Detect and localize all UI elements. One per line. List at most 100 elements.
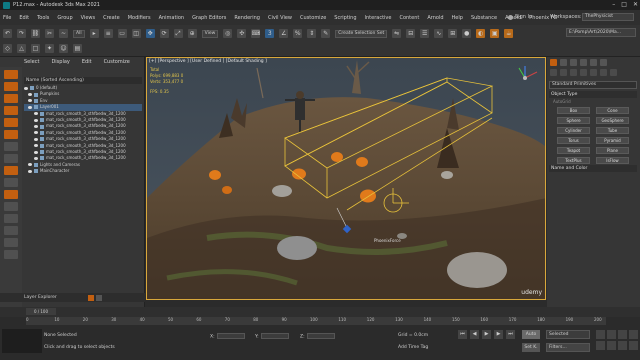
textplus-button[interactable]: TextPlus: [557, 157, 590, 164]
visibility-eye-icon[interactable]: [28, 99, 32, 103]
modeling-ribbon-icon[interactable]: ◇: [3, 44, 12, 53]
zoom-extents-icon[interactable]: [618, 330, 627, 339]
perspective-viewport[interactable]: [+] [Perspective ] [User Defined ] [Defa…: [146, 57, 546, 300]
scene-list-header[interactable]: Name (Sorted Ascending): [24, 77, 142, 84]
coord-z-field[interactable]: [306, 333, 335, 339]
autogrid-checkbox[interactable]: AutoGrid: [553, 99, 571, 104]
visibility-eye-icon[interactable]: [34, 150, 38, 154]
box-button[interactable]: Box: [557, 107, 590, 114]
goto-start-icon[interactable]: ⏮: [458, 330, 467, 339]
select-object-icon[interactable]: ▸: [89, 29, 99, 38]
filter-all-icon[interactable]: [4, 214, 18, 223]
rect-selection-icon[interactable]: ▭: [117, 29, 127, 38]
curve-editor-icon[interactable]: ∿: [434, 29, 444, 38]
filter-xrefs-icon[interactable]: [4, 154, 18, 163]
layer-explorer-options-icon[interactable]: [96, 295, 102, 301]
menu-views[interactable]: Views: [81, 15, 95, 21]
visibility-eye-icon[interactable]: [34, 118, 38, 122]
place-icon[interactable]: ⊕: [187, 29, 197, 38]
filter-shapes-icon[interactable]: [4, 82, 18, 91]
undo-icon[interactable]: ↶: [3, 29, 12, 38]
utilities-tab-icon[interactable]: [600, 59, 607, 66]
geometry-icon[interactable]: [550, 69, 557, 76]
freeform-icon[interactable]: △: [17, 44, 26, 53]
menu-modifiers[interactable]: Modifiers: [128, 15, 151, 21]
play-icon[interactable]: ▶: [482, 330, 491, 339]
name-and-color-rollout[interactable]: Name and Color: [549, 165, 637, 172]
visibility-eye-icon[interactable]: [28, 93, 32, 97]
menu-animation[interactable]: Animation: [159, 15, 185, 21]
visibility-eye-icon[interactable]: [34, 131, 38, 135]
workspace-select[interactable]: ThePhysicist: [582, 13, 634, 21]
zoom-extents-all-icon[interactable]: [629, 330, 638, 339]
menu-interactive[interactable]: Interactive: [365, 15, 392, 21]
window-crossing-icon[interactable]: ◫: [131, 29, 141, 38]
edit-named-selection-icon[interactable]: ✎: [321, 29, 331, 38]
object-type-rollout[interactable]: Object Type: [549, 91, 637, 98]
menu-graph-editors[interactable]: Graph Editors: [192, 15, 226, 21]
manipulate-icon[interactable]: ✣: [237, 29, 247, 38]
cone-button[interactable]: Cone: [596, 107, 629, 114]
filter-sync-icon[interactable]: [4, 250, 18, 259]
maximize-icon[interactable]: □: [621, 1, 627, 8]
plane-button[interactable]: Plane: [596, 147, 629, 154]
viewport-label[interactable]: [+] [Perspective ] [User Defined ] [Defa…: [149, 59, 267, 64]
layer-explorer-label[interactable]: Layer Explorer: [24, 295, 57, 300]
torus-button[interactable]: Torus: [557, 137, 590, 144]
motion-tab-icon[interactable]: [580, 59, 587, 66]
tab-select[interactable]: Select: [24, 59, 39, 65]
selection-filter-dropdown[interactable]: All: [73, 29, 85, 38]
time-slider-handle[interactable]: 0 / 100: [26, 308, 56, 315]
visibility-eye-icon[interactable]: [34, 156, 38, 160]
bind-space-warp-icon[interactable]: ~: [59, 29, 68, 38]
filter-containers-icon[interactable]: [4, 178, 18, 187]
filter-cameras-icon[interactable]: [4, 106, 18, 115]
menu-create[interactable]: Create: [103, 15, 120, 21]
minimize-icon[interactable]: –: [612, 1, 615, 8]
pivot-center-icon[interactable]: ◎: [223, 29, 233, 38]
filter-frozen-icon[interactable]: [4, 190, 18, 199]
close-icon[interactable]: ✕: [633, 1, 638, 8]
visibility-eye-icon[interactable]: [28, 163, 32, 167]
visibility-eye-icon[interactable]: [28, 105, 32, 109]
goto-end-icon[interactable]: ⏭: [506, 330, 515, 339]
cameras-icon[interactable]: [580, 69, 587, 76]
angle-snap-icon[interactable]: ∠: [279, 29, 289, 38]
key-filter-dropdown[interactable]: Selected: [546, 330, 590, 339]
tab-edit[interactable]: Edit: [82, 59, 92, 65]
layer-manager-icon[interactable]: ☰: [420, 29, 430, 38]
filter-geometry-icon[interactable]: [4, 70, 18, 79]
select-move-icon[interactable]: ✥: [145, 29, 155, 38]
menu-file[interactable]: File: [3, 15, 11, 21]
filter-helpers-icon[interactable]: [4, 118, 18, 127]
primitive-category-dropdown[interactable]: Standard Primitives: [549, 81, 637, 89]
menu-arnold[interactable]: Arnold: [427, 15, 443, 21]
filter-hidden-icon[interactable]: [4, 202, 18, 211]
reference-coord-dropdown[interactable]: View: [201, 29, 219, 38]
pyramid-button[interactable]: Pyramid: [596, 137, 629, 144]
render-frame-icon[interactable]: ▣: [490, 29, 500, 38]
coord-x-field[interactable]: [216, 333, 245, 339]
spinner-snap-icon[interactable]: ⇕: [307, 29, 317, 38]
object-paint-icon[interactable]: ✦: [45, 44, 54, 53]
cylinder-button[interactable]: Cylinder: [557, 127, 590, 134]
zoom-all-icon[interactable]: [607, 330, 616, 339]
selection-ribbon-icon[interactable]: □: [31, 44, 40, 53]
isflow-button[interactable]: IsFlow: [596, 157, 629, 164]
tube-button[interactable]: Tube: [596, 127, 629, 134]
redo-icon[interactable]: ↷: [17, 29, 26, 38]
visibility-eye-icon[interactable]: [24, 86, 28, 90]
align-icon[interactable]: ⊟: [406, 29, 416, 38]
tab-display[interactable]: Display: [51, 59, 69, 65]
next-frame-icon[interactable]: ▶: [494, 330, 503, 339]
time-slider[interactable]: 0 / 100: [0, 307, 640, 317]
select-rotate-icon[interactable]: ⟳: [159, 29, 169, 38]
menu-help[interactable]: Help: [452, 15, 463, 21]
filter-groups-icon[interactable]: [4, 142, 18, 151]
link-icon[interactable]: ⛓: [31, 29, 40, 38]
scene-list-item[interactable]: MainCharacter: [24, 168, 142, 174]
select-by-name-icon[interactable]: ≡: [103, 29, 113, 38]
prev-frame-icon[interactable]: ◀: [470, 330, 479, 339]
lights-icon[interactable]: [570, 69, 577, 76]
orbit-icon[interactable]: [618, 341, 627, 350]
